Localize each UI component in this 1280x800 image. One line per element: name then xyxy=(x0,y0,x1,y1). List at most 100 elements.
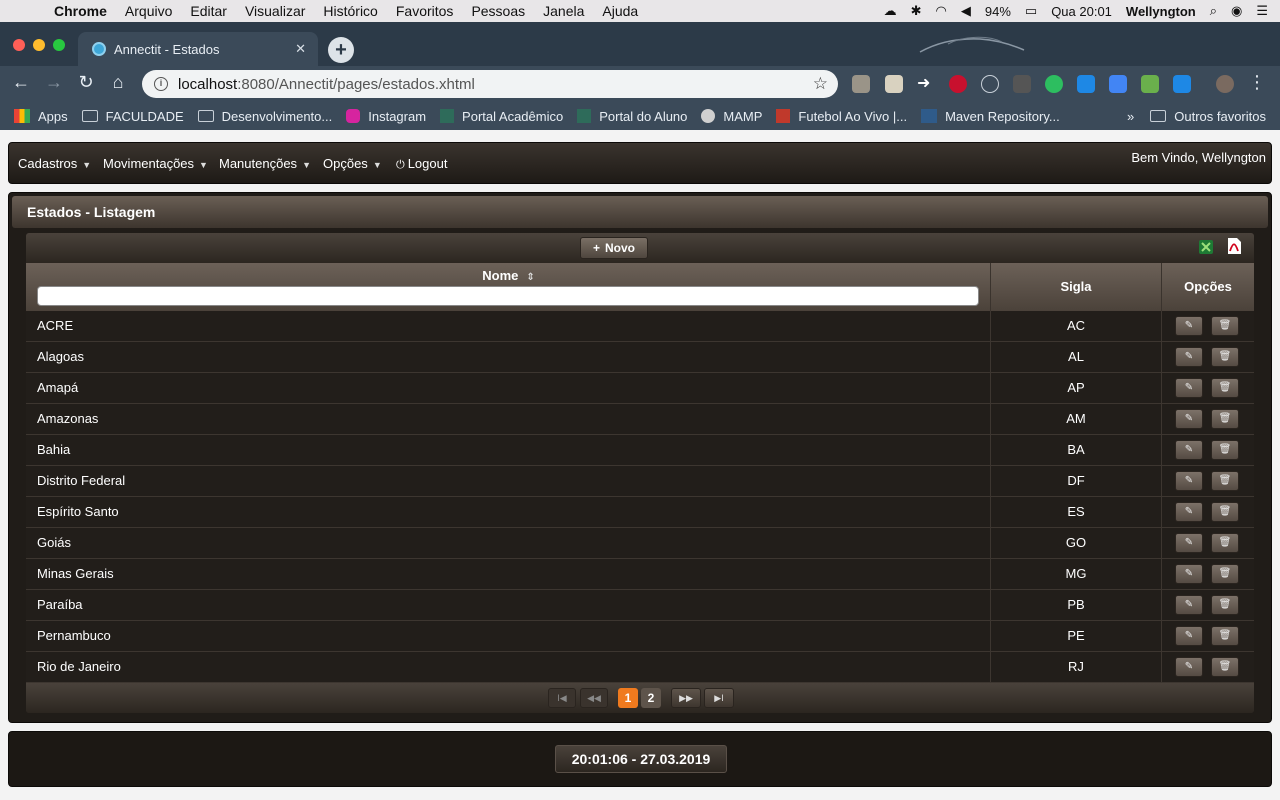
delete-trash-icon[interactable]: 🗑 xyxy=(1211,409,1239,429)
battery-icon[interactable]: ▭ xyxy=(1025,3,1037,19)
delete-trash-icon[interactable]: 🗑 xyxy=(1211,533,1239,553)
edit-pencil-icon[interactable]: ✎ xyxy=(1175,316,1203,336)
delete-trash-icon[interactable]: 🗑 xyxy=(1211,440,1239,460)
drive-extension-icon[interactable] xyxy=(852,75,870,93)
profile-avatar-icon[interactable] xyxy=(1216,75,1234,93)
bookmark-instagram[interactable]: Instagram xyxy=(346,109,426,124)
table-row[interactable]: Distrito Federal DF ✎ 🗑 xyxy=(26,466,1254,497)
menu-historico[interactable]: Histórico xyxy=(323,3,377,19)
page-1-button[interactable]: 1 xyxy=(618,688,638,708)
table-row[interactable]: Espírito Santo ES ✎ 🗑 xyxy=(26,497,1254,528)
window-zoom-button[interactable] xyxy=(53,39,65,51)
table-row[interactable]: Paraíba PB ✎ 🗑 xyxy=(26,590,1254,621)
edit-pencil-icon[interactable]: ✎ xyxy=(1175,409,1203,429)
menu-editar[interactable]: Editar xyxy=(190,3,227,19)
bookmark-desenvolvimento[interactable]: Desenvolvimento... xyxy=(197,109,332,124)
menu-arquivo[interactable]: Arquivo xyxy=(125,3,172,19)
wifi-icon[interactable]: ◠ xyxy=(936,3,947,19)
download-extension-icon[interactable] xyxy=(1141,75,1159,93)
window-close-button[interactable] xyxy=(13,39,25,51)
table-row[interactable]: Amapá AP ✎ 🗑 xyxy=(26,373,1254,404)
volume-icon[interactable]: ◀ xyxy=(961,3,971,19)
bookmark-mamp[interactable]: MAMP xyxy=(701,109,762,124)
delete-trash-icon[interactable]: 🗑 xyxy=(1211,595,1239,615)
nome-filter-input[interactable] xyxy=(37,286,979,306)
delete-trash-icon[interactable]: 🗑 xyxy=(1211,657,1239,677)
novo-button[interactable]: + Novo xyxy=(580,237,648,259)
info-extension-icon[interactable] xyxy=(981,75,999,93)
prev-page-icon[interactable]: ◀◀ xyxy=(580,688,608,708)
reload-icon[interactable]: ↻ xyxy=(75,72,97,93)
edit-pencil-icon[interactable]: ✎ xyxy=(1175,595,1203,615)
siri-icon[interactable]: ◉ xyxy=(1231,3,1242,19)
delete-trash-icon[interactable]: 🗑 xyxy=(1211,378,1239,398)
bookmark-futebol[interactable]: Futebol Ao Vivo |... xyxy=(776,109,907,124)
lightbulb-extension-icon[interactable] xyxy=(885,75,903,93)
blue-extension-icon[interactable] xyxy=(1173,75,1191,93)
edit-pencil-icon[interactable]: ✎ xyxy=(1175,533,1203,553)
bookmarks-overflow-button[interactable]: » xyxy=(1127,109,1134,124)
new-tab-button[interactable]: + xyxy=(328,37,354,63)
forward-arrow-icon[interactable]: → xyxy=(43,72,65,93)
delete-trash-icon[interactable]: 🗑 xyxy=(1211,502,1239,522)
delete-trash-icon[interactable]: 🗑 xyxy=(1211,316,1239,336)
bookmark-apps[interactable]: Apps xyxy=(14,109,68,124)
back-arrow-icon[interactable]: ← xyxy=(10,72,32,93)
delete-trash-icon[interactable]: 🗑 xyxy=(1211,564,1239,584)
table-row[interactable]: ACRE AC ✎ 🗑 xyxy=(26,311,1254,342)
sort-icon[interactable]: ⇕ xyxy=(526,272,534,283)
column-nome-header[interactable]: Nome ⇕ xyxy=(26,263,991,311)
bookmark-faculdade[interactable]: FACULDADE xyxy=(81,109,184,124)
bluetooth-icon[interactable]: ✱ xyxy=(911,3,922,19)
table-row[interactable]: Bahia BA ✎ 🗑 xyxy=(26,435,1254,466)
notification-center-icon[interactable]: ☰ xyxy=(1256,3,1268,19)
home-icon[interactable]: ⌂ xyxy=(107,72,129,93)
edit-pencil-icon[interactable]: ✎ xyxy=(1175,564,1203,584)
tab-close-icon[interactable]: ✕ xyxy=(295,41,306,57)
translate-extension-icon[interactable] xyxy=(1109,75,1127,93)
evernote-extension-icon[interactable] xyxy=(1045,75,1063,93)
delete-trash-icon[interactable]: 🗑 xyxy=(1211,626,1239,646)
shield-extension-icon[interactable] xyxy=(1077,75,1095,93)
page-2-button[interactable]: 2 xyxy=(641,688,661,708)
bookmark-portal-academico[interactable]: Portal Acadêmico xyxy=(440,109,563,124)
menubar-clock[interactable]: Qua 20:01 xyxy=(1051,4,1112,19)
table-row[interactable]: Pernambuco PE ✎ 🗑 xyxy=(26,621,1254,652)
menu-visualizar[interactable]: Visualizar xyxy=(245,3,305,19)
logout-link[interactable]: ⏻ Logout xyxy=(396,156,447,172)
menubar-user[interactable]: Wellyngton xyxy=(1126,4,1196,19)
table-row[interactable]: Amazonas AM ✎ 🗑 xyxy=(26,404,1254,435)
menu-cadastros[interactable]: Cadastros ▼ xyxy=(18,156,91,171)
table-row[interactable]: Goiás GO ✎ 🗑 xyxy=(26,528,1254,559)
edit-pencil-icon[interactable]: ✎ xyxy=(1175,626,1203,646)
table-row[interactable]: Alagoas AL ✎ 🗑 xyxy=(26,342,1254,373)
delete-trash-icon[interactable]: 🗑 xyxy=(1211,471,1239,491)
edit-pencil-icon[interactable]: ✎ xyxy=(1175,347,1203,367)
first-page-icon[interactable]: I◀ xyxy=(548,688,576,708)
menu-manutencoes[interactable]: Manutenções ▼ xyxy=(219,156,311,171)
edit-pencil-icon[interactable]: ✎ xyxy=(1175,657,1203,677)
export-excel-icon[interactable] xyxy=(1198,239,1214,255)
next-page-icon[interactable]: ▶▶ xyxy=(671,688,701,708)
last-page-icon[interactable]: ▶I xyxy=(704,688,734,708)
export-pdf-icon[interactable] xyxy=(1226,237,1242,255)
address-bar[interactable]: i localhost:8080/Annectit/pages/estados.… xyxy=(142,70,838,98)
battery-percent[interactable]: 94% xyxy=(985,4,1011,19)
edit-pencil-icon[interactable]: ✎ xyxy=(1175,471,1203,491)
delete-trash-icon[interactable]: 🗑 xyxy=(1211,347,1239,367)
bookmark-maven[interactable]: Maven Repository... xyxy=(921,109,1060,124)
menu-favoritos[interactable]: Favoritos xyxy=(396,3,454,19)
menu-movimentacoes[interactable]: Movimentações ▼ xyxy=(103,156,208,171)
spotlight-search-icon[interactable]: ⌕ xyxy=(1210,3,1217,19)
bookmark-star-icon[interactable]: ☆ xyxy=(813,74,828,94)
dots-extension-icon[interactable] xyxy=(1013,75,1031,93)
cloud-upload-icon[interactable]: ☁ xyxy=(884,3,897,19)
menu-janela[interactable]: Janela xyxy=(543,3,584,19)
chrome-menu-icon[interactable]: ⋮ xyxy=(1248,72,1266,93)
menu-pessoas[interactable]: Pessoas xyxy=(471,3,525,19)
bookmark-outros-favoritos[interactable]: Outros favoritos xyxy=(1150,109,1266,124)
site-info-icon[interactable]: i xyxy=(154,77,168,91)
table-row[interactable]: Rio de Janeiro RJ ✎ 🗑 xyxy=(26,652,1254,683)
menu-opcoes[interactable]: Opções ▼ xyxy=(323,156,382,171)
window-minimize-button[interactable] xyxy=(33,39,45,51)
